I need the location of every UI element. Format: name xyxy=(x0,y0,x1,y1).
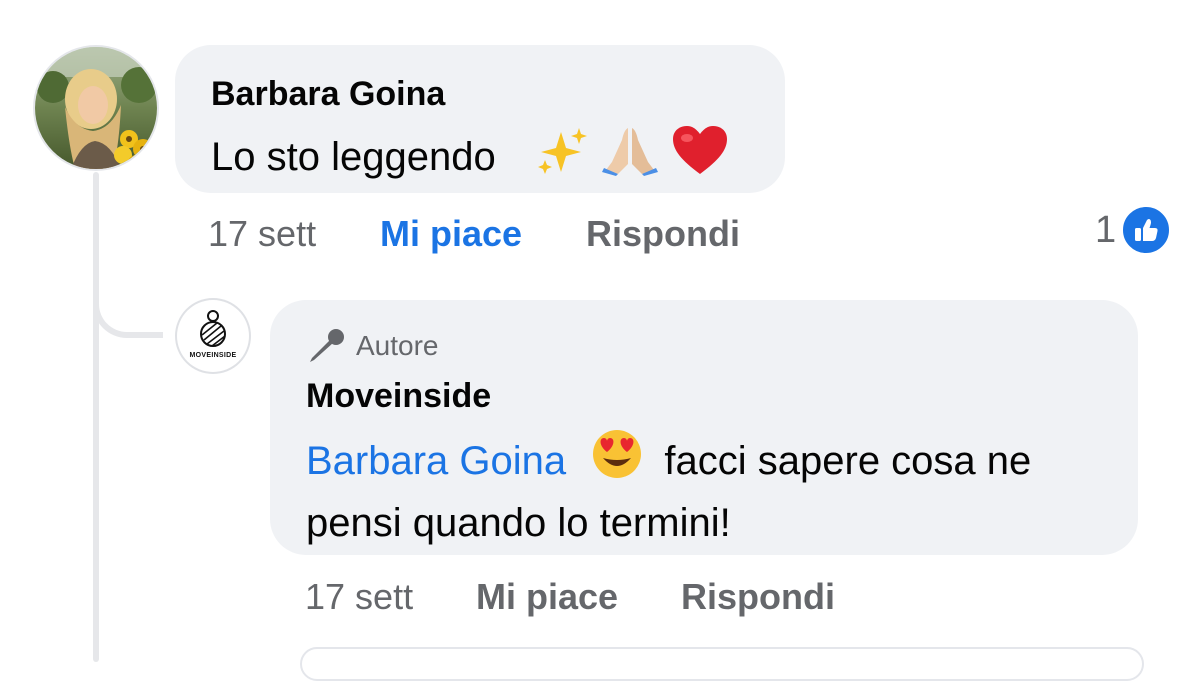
reaction-count: 1 xyxy=(1095,208,1117,251)
avatar-logo-text: MOVEINSIDE xyxy=(189,352,237,359)
avatar[interactable]: MOVEINSIDE xyxy=(177,300,249,372)
thumbs-up-icon xyxy=(1120,204,1173,256)
reply-text-line2: pensi quando lo termini! xyxy=(306,501,731,545)
reply-author[interactable]: Moveinside xyxy=(306,377,491,416)
comment-author[interactable]: Barbara Goina xyxy=(211,75,445,114)
moveinside-logo-icon xyxy=(200,310,226,347)
mention-link[interactable]: Barbara Goina xyxy=(306,439,566,483)
heart-eyes-emoji-icon xyxy=(591,428,643,495)
author-badge-label: Autore xyxy=(356,330,439,361)
reply-bubble: Autore Moveinside Barbara Goina facci sa… xyxy=(270,300,1138,555)
folded-hands-icon xyxy=(600,124,660,186)
thread-connector xyxy=(93,270,163,338)
reply-button[interactable]: Rispondi xyxy=(586,213,740,255)
red-heart-icon xyxy=(671,124,729,186)
microphone-icon xyxy=(310,329,344,362)
avatar[interactable] xyxy=(35,47,157,169)
thread-line xyxy=(93,172,99,662)
author-badge: Autore xyxy=(306,328,439,364)
reply-text: Barbara Goina facci sapere cosa ne pensi… xyxy=(306,428,1126,551)
reply-button[interactable]: Rispondi xyxy=(681,576,835,618)
comment-bubble: Barbara Goina Lo sto leggendo xyxy=(175,45,785,193)
comment-text-content: Lo sto leggendo xyxy=(211,135,496,179)
reaction-summary[interactable]: 1 xyxy=(1095,204,1173,256)
like-button[interactable]: Mi piace xyxy=(476,576,618,618)
reply-timestamp[interactable]: 17 sett xyxy=(305,576,413,618)
comment-text: Lo sto leggendo xyxy=(211,124,729,186)
sparkles-icon xyxy=(535,126,589,186)
next-comment-bubble xyxy=(300,647,1144,681)
like-button[interactable]: Mi piace xyxy=(380,213,522,255)
reply-text-line1: facci sapere cosa ne xyxy=(664,439,1032,483)
profile-photo xyxy=(35,47,157,169)
comment-timestamp[interactable]: 17 sett xyxy=(208,213,316,255)
